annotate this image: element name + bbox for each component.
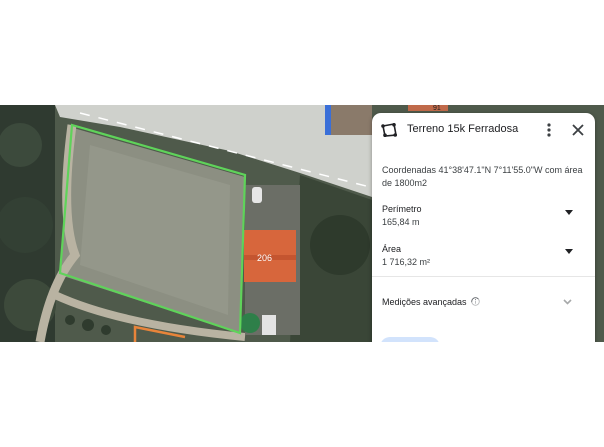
panel-divider bbox=[372, 276, 595, 277]
exp-watermark-logo: eXp bbox=[464, 282, 585, 337]
watermark-text: eXp bbox=[464, 282, 585, 337]
more-vert-icon[interactable] bbox=[542, 120, 556, 140]
pool bbox=[240, 313, 260, 333]
house-number-label: 206 bbox=[257, 253, 273, 263]
advanced-measurements-label[interactable]: Medições avançadas bbox=[382, 297, 467, 307]
map-screenshot: 206 91 Terreno 15k Ferradosa Coordenadas… bbox=[0, 105, 604, 342]
chevron-down-icon[interactable] bbox=[565, 249, 573, 255]
perimeter-label: Perímetro bbox=[382, 204, 422, 214]
polygon-icon bbox=[381, 123, 397, 137]
neighbor-number-label: 91 bbox=[433, 105, 441, 112]
area-value: 1 716,32 m² bbox=[382, 257, 431, 267]
chevron-down-icon[interactable] bbox=[565, 210, 573, 216]
action-button[interactable] bbox=[380, 337, 440, 342]
perimeter-value: 165,84 m bbox=[382, 217, 420, 227]
panel-title: Terreno 15k Ferradosa bbox=[407, 123, 519, 135]
coordinates-description: Coordenadas 41°38'47.1"N 7°11'55.0"W com… bbox=[382, 165, 583, 188]
area-label: Área bbox=[382, 244, 402, 254]
panel-header: Terreno 15k Ferradosa bbox=[372, 113, 595, 147]
close-icon[interactable] bbox=[571, 123, 585, 137]
